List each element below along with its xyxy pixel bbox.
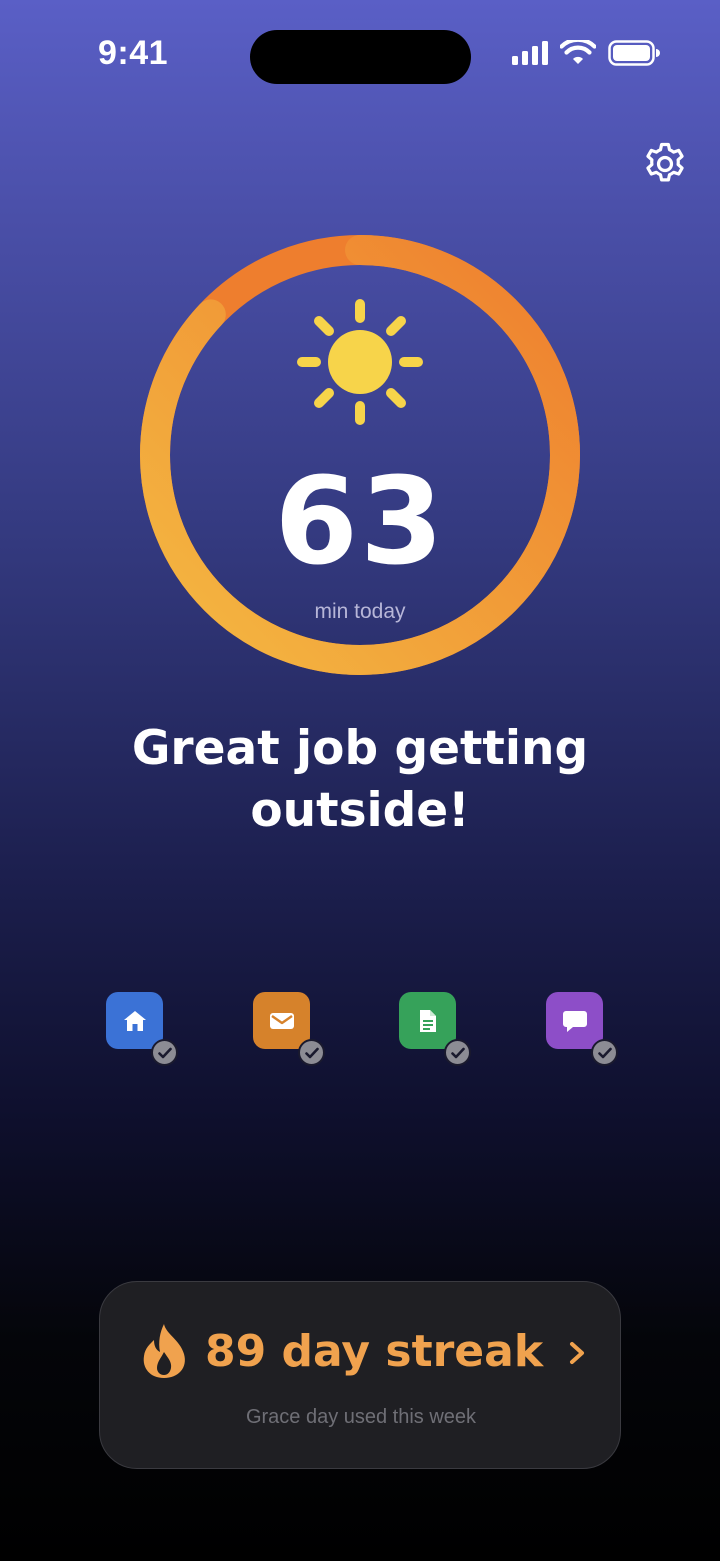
settings-button[interactable] xyxy=(641,140,689,188)
wifi-icon xyxy=(560,40,596,64)
document-icon xyxy=(419,1009,436,1032)
checkmark-icon xyxy=(591,1039,618,1066)
checkmark-icon xyxy=(151,1039,178,1066)
app-tile-document xyxy=(399,992,456,1049)
gear-icon xyxy=(646,142,684,182)
minutes-label: min today xyxy=(314,600,406,623)
checkmark-icon xyxy=(444,1039,471,1066)
encouragement-headline: Great job getting outside! xyxy=(131,721,589,838)
flame-icon xyxy=(143,1324,185,1378)
app-tile-mail xyxy=(253,992,310,1049)
streak-count: 89 day streak xyxy=(205,1326,544,1377)
checkmark-icon xyxy=(298,1039,325,1066)
app-messages[interactable] xyxy=(546,992,618,1066)
app-home[interactable] xyxy=(106,992,178,1066)
sun-icon xyxy=(297,299,423,425)
chevron-right-icon xyxy=(570,1342,584,1364)
status-icons xyxy=(512,40,660,66)
message-icon xyxy=(562,1010,587,1032)
app-document[interactable] xyxy=(399,992,471,1066)
cellular-signal-icon xyxy=(512,41,548,65)
progress-ring: 63 min today xyxy=(140,235,580,675)
app-tile-home xyxy=(106,992,163,1049)
grace-day-note: Grace day used this week xyxy=(245,1406,477,1428)
app-row xyxy=(0,992,720,1072)
mail-icon xyxy=(269,1012,294,1029)
streak-card[interactable]: 89 day streak Grace day used this week xyxy=(99,1281,621,1469)
status-time: 9:41 xyxy=(98,34,169,72)
app-tile-messages xyxy=(546,992,603,1049)
home-icon xyxy=(123,1010,146,1031)
minutes-count: 63 xyxy=(274,453,446,592)
status-bar: 9:41 xyxy=(0,0,720,108)
battery-icon xyxy=(608,40,660,66)
app-mail[interactable] xyxy=(253,992,325,1066)
dynamic-island xyxy=(250,30,471,84)
